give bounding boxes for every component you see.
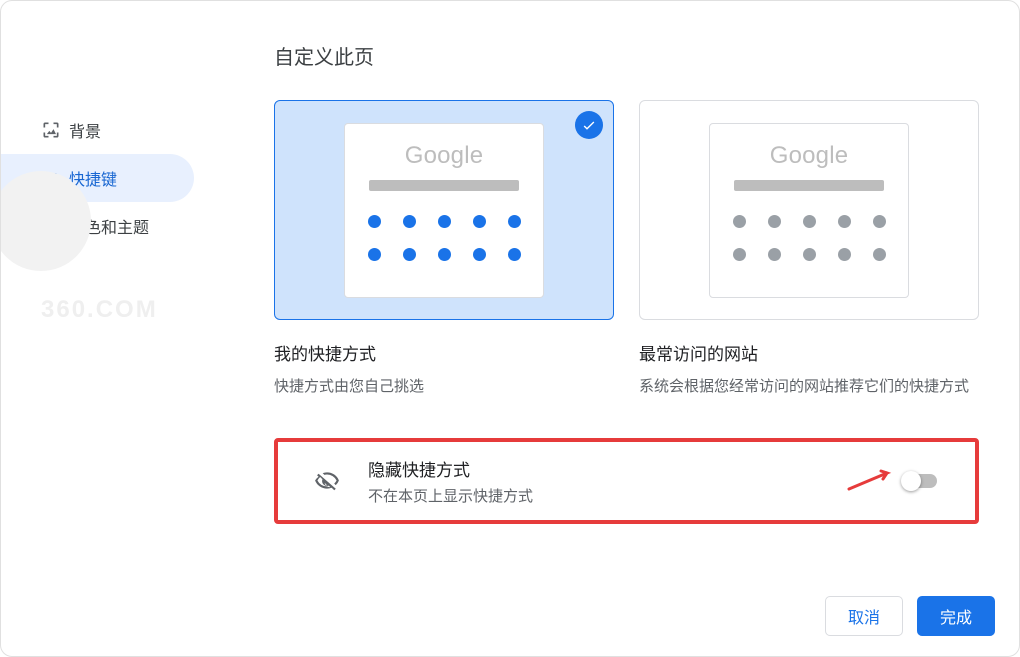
sidebar-item-color-theme[interactable]: 颜色和主题: [1, 202, 194, 250]
search-bar-mock: [734, 180, 884, 191]
ntp-preview: Google: [709, 123, 909, 298]
google-logo-text: Google: [770, 142, 849, 170]
hide-text: 隐藏快捷方式 不在本页上显示快捷方式: [368, 456, 901, 506]
card-preview: Google: [639, 100, 979, 320]
hide-title: 隐藏快捷方式: [368, 456, 901, 481]
hide-shortcuts-toggle[interactable]: [901, 471, 939, 491]
palette-icon: [41, 216, 69, 236]
shortcut-options: Google 我的快捷方式 快捷方式由您自己挑选: [274, 100, 979, 398]
option-desc: 快捷方式由您自己挑选: [274, 375, 614, 398]
dialog-footer: 取消 完成: [1, 580, 1019, 656]
hide-desc: 不在本页上显示快捷方式: [368, 485, 901, 506]
shortcut-dots: [368, 215, 521, 261]
google-logo-text: Google: [405, 142, 484, 170]
option-desc: 系统会根据您经常访问的网站推荐它们的快捷方式: [639, 375, 979, 398]
check-icon: [575, 111, 603, 139]
option-title: 最常访问的网站: [639, 340, 979, 365]
customize-dialog: 360.COM HUOI360.COM 背景 快捷键 颜色: [0, 0, 1020, 657]
sidebar-item-background[interactable]: 背景: [1, 106, 194, 154]
done-button[interactable]: 完成: [917, 596, 995, 636]
sidebar-item-label: 颜色和主题: [69, 214, 149, 238]
sidebar-item-label: 快捷键: [69, 166, 117, 190]
image-icon: [41, 120, 69, 140]
visibility-off-icon: [314, 468, 358, 494]
main-content: 自定义此页 Google: [204, 41, 1019, 580]
sidebar-item-label: 背景: [69, 118, 101, 142]
search-bar-mock: [369, 180, 519, 191]
sidebar: 背景 快捷键 颜色和主题: [1, 41, 204, 580]
cancel-button[interactable]: 取消: [825, 596, 903, 636]
shortcut-dots: [733, 215, 886, 261]
hide-shortcuts-row: 隐藏快捷方式 不在本页上显示快捷方式: [274, 438, 979, 524]
sidebar-item-shortcuts[interactable]: 快捷键: [1, 154, 194, 202]
option-my-shortcuts[interactable]: Google 我的快捷方式 快捷方式由您自己挑选: [274, 100, 614, 398]
page-title: 自定义此页: [274, 41, 979, 70]
option-most-visited[interactable]: Google 最常访问的网站 系统会根据您经常访问的网站推荐它们的快捷方式: [639, 100, 979, 398]
card-preview: Google: [274, 100, 614, 320]
dialog-body: 背景 快捷键 颜色和主题 自定义此页: [1, 1, 1019, 580]
link-icon: [41, 168, 69, 188]
option-title: 我的快捷方式: [274, 340, 614, 365]
ntp-preview: Google: [344, 123, 544, 298]
